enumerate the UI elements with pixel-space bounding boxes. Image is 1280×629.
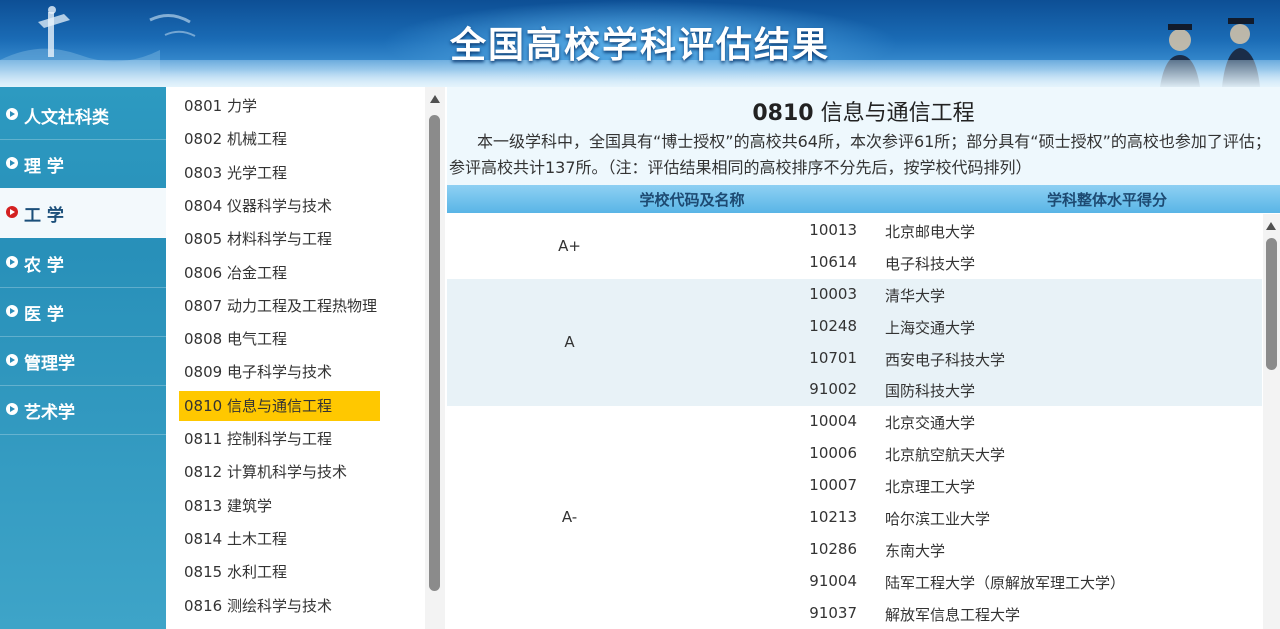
table-row: 10213 哈尔滨工业大学 [447, 502, 1262, 534]
school-name: 清华大学 [885, 286, 946, 305]
page-banner-title: 全国高校学科评估结果 [449, 25, 830, 66]
category-label: 医 学 [24, 305, 64, 325]
subject-item[interactable]: 0803 光学工程 [179, 158, 425, 188]
school-name: 国防科技大学 [885, 382, 976, 401]
school-name: 东南大学 [885, 541, 946, 560]
school-code: 10006 [809, 444, 857, 463]
arrow-circle-icon [6, 354, 18, 366]
arrow-circle-icon [6, 108, 18, 120]
subject-item[interactable]: 0810 信息与通信工程 [179, 390, 380, 421]
category-label: 艺术学 [24, 403, 75, 423]
table-row: 10006 北京航空航天大学 [447, 438, 1262, 470]
subject-item[interactable]: 0802 机械工程 [179, 124, 425, 154]
category-sidebar: 人文社科类理 学工 学农 学医 学管理学艺术学 [0, 87, 166, 629]
scrollbar-thumb[interactable] [429, 115, 440, 591]
table-row: 10003 清华大学 [447, 279, 1262, 311]
subject-item[interactable]: 0801 力学 [179, 91, 425, 121]
school-name: 上海交通大学 [885, 318, 976, 337]
subject-summary: 0810 信息与通信工程 本一级学科中，全国具有“博士授权”的高校共64所，本次… [447, 87, 1280, 185]
subject-item[interactable]: 0813 建筑学 [179, 491, 425, 521]
main-content: 0810 信息与通信工程 本一级学科中，全国具有“博士授权”的高校共64所，本次… [447, 87, 1280, 629]
table-row: 10013 北京邮电大学 [447, 215, 1262, 247]
results-table-body: A+ 10013 北京邮电大学 10614 电子科技大学 A 10003 清华大学 10248 上… [447, 213, 1262, 629]
arrow-circle-icon [6, 157, 18, 169]
subject-item[interactable]: 0809 电子科学与技术 [179, 357, 425, 387]
school-code: 10248 [809, 316, 857, 335]
category-label: 理 学 [24, 157, 64, 177]
results-table-header: 学校代码及名称 学科整体水平得分 [447, 185, 1280, 213]
school-code: 91004 [809, 571, 857, 590]
school-name: 北京邮电大学 [885, 223, 976, 241]
scrollbar-thumb[interactable] [1266, 238, 1277, 370]
category-item[interactable]: 管理学 [0, 336, 166, 386]
subject-list: 0801 力学 0802 机械工程 0803 光学工程 0804 仪器科学与技术 080… [166, 87, 425, 629]
column-header-school: 学校代码及名称 [639, 191, 745, 209]
school-code: 10213 [809, 508, 857, 527]
subject-item[interactable]: 0812 计算机科学与技术 [179, 457, 425, 487]
table-row: 91037 解放军信息工程大学 [447, 598, 1262, 629]
school-code: 10701 [809, 348, 857, 367]
school-name: 陆军工程大学（原解放军理工大学） [885, 573, 1126, 592]
category-label: 工 学 [24, 206, 64, 226]
grade-group: A+ 10013 北京邮电大学 10614 电子科技大学 [447, 215, 1262, 279]
subject-item[interactable]: 0815 水利工程 [179, 557, 425, 587]
subject-item[interactable]: 0806 冶金工程 [179, 258, 425, 288]
intro-paragraph: 本一级学科中，全国具有“博士授权”的高校共64所，本次参评61所；部分具有“硕士… [449, 132, 1271, 177]
table-row: 10614 电子科技大学 [447, 247, 1262, 279]
school-name: 解放军信息工程大学 [885, 605, 1021, 624]
subject-item[interactable]: 0807 动力工程及工程热物理 [179, 291, 425, 321]
school-code: 10003 [809, 284, 857, 303]
category-label: 人文社科类 [24, 108, 109, 128]
category-item[interactable]: 农 学 [0, 238, 166, 288]
school-code: 10007 [809, 476, 857, 495]
subject-title: 0810 信息与通信工程 [447, 95, 1280, 127]
subject-code: 0810 [752, 101, 814, 126]
subject-item[interactable]: 0814 土木工程 [179, 524, 425, 554]
arrow-circle-icon [6, 256, 18, 268]
subject-item[interactable]: 0816 测绘科学与技术 [179, 591, 425, 621]
school-name: 西安电子科技大学 [885, 350, 1006, 369]
subject-item[interactable]: 0808 电气工程 [179, 324, 425, 354]
header-banner: 全国高校学科评估结果 [0, 0, 1280, 87]
school-name: 电子科技大学 [885, 254, 976, 273]
category-item[interactable]: 艺术学 [0, 385, 166, 435]
school-code: 10013 [809, 221, 857, 239]
category-item[interactable]: 工 学 [0, 188, 166, 238]
school-code: 10614 [809, 252, 857, 271]
column-header-score: 学科整体水平得分 [1046, 191, 1167, 209]
table-row: 10004 北京交通大学 [447, 406, 1262, 438]
school-code: 91037 [809, 603, 857, 622]
table-row: 10286 东南大学 [447, 534, 1262, 566]
school-code: 91002 [809, 380, 857, 399]
school-name: 哈尔滨工业大学 [885, 510, 991, 529]
grade-group: A 10003 清华大学 10248 上海交通大学 10701 西安电子科技大学 91002 国… [447, 278, 1262, 407]
subject-item[interactable]: 0805 材料科学与工程 [179, 224, 425, 254]
scroll-up-arrow-icon[interactable] [430, 95, 440, 103]
table-row: 10007 北京理工大学 [447, 470, 1262, 502]
category-item[interactable]: 理 学 [0, 139, 166, 189]
school-code: 10286 [809, 539, 857, 558]
school-name: 北京航空航天大学 [885, 446, 1006, 465]
arrow-circle-icon [6, 305, 18, 317]
school-name: 北京理工大学 [885, 478, 976, 497]
school-name: 北京交通大学 [885, 414, 976, 433]
results-table-scrollbar[interactable] [1263, 214, 1280, 629]
arrow-circle-icon [6, 206, 18, 218]
table-row: 10701 西安电子科技大学 [447, 343, 1262, 375]
table-row: 91002 国防科技大学 [447, 374, 1262, 406]
category-label: 管理学 [24, 354, 75, 374]
arrow-circle-icon [6, 403, 18, 415]
school-code: 10004 [809, 412, 857, 431]
scroll-up-arrow-icon[interactable] [1266, 222, 1276, 230]
table-row: 91004 陆军工程大学（原解放军理工大学） [447, 566, 1262, 598]
subject-item[interactable]: 0804 仪器科学与技术 [179, 191, 425, 221]
subject-list-scrollbar[interactable] [425, 87, 445, 629]
subject-item[interactable]: 0811 控制科学与工程 [179, 424, 425, 454]
table-row: 10248 上海交通大学 [447, 311, 1262, 343]
category-item[interactable]: 人文社科类 [0, 90, 166, 140]
grade-group: A- 10004 北京交通大学 10006 北京航空航天大学 10007 北京理工大学 102… [447, 406, 1262, 629]
subject-name: 信息与通信工程 [813, 101, 975, 126]
category-item[interactable]: 医 学 [0, 287, 166, 337]
category-label: 农 学 [24, 256, 64, 276]
